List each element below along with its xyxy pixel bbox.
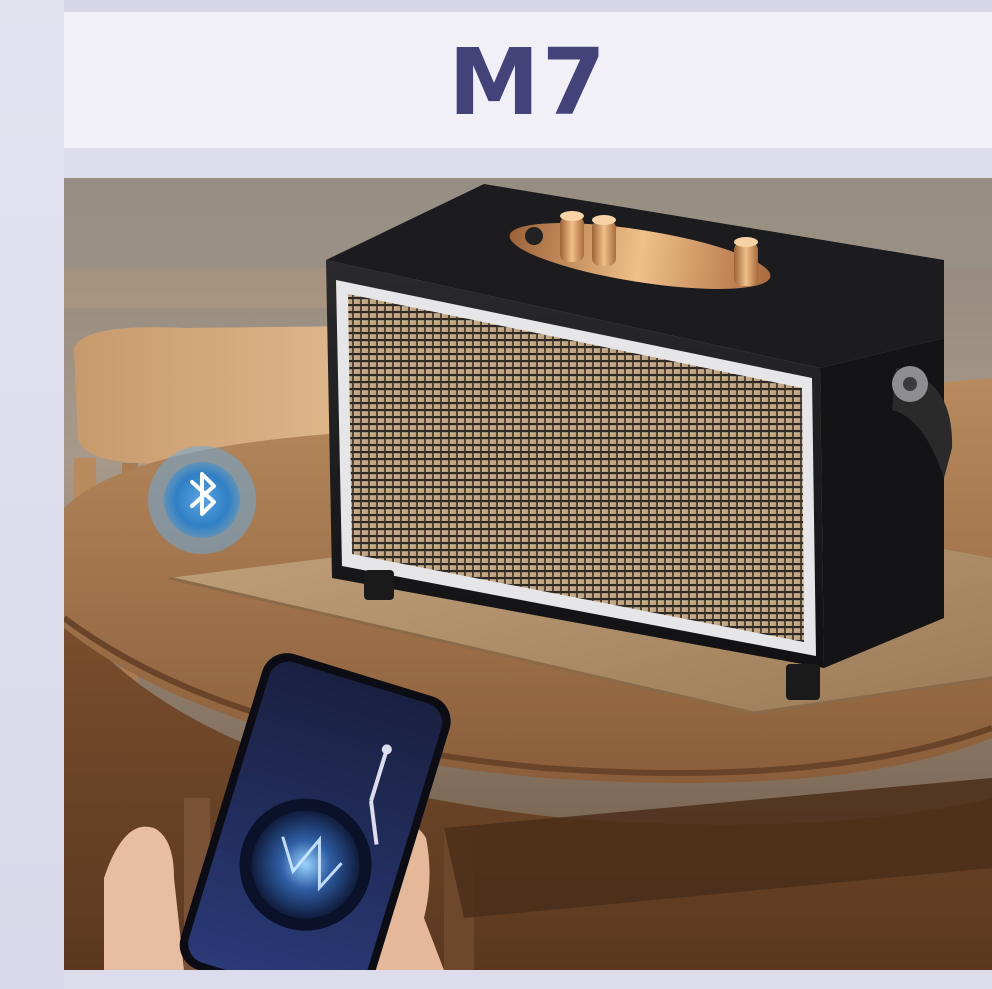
product-photo	[64, 178, 992, 970]
divider-band	[64, 148, 992, 178]
treble-knob	[592, 215, 616, 266]
volume-knob	[560, 211, 584, 262]
bottom-band	[64, 970, 992, 989]
top-band	[64, 0, 992, 12]
bass-knob	[734, 237, 758, 286]
product-title: M7	[448, 28, 608, 136]
bluetooth-icon	[148, 446, 256, 554]
left-margin-strip	[0, 0, 64, 989]
title-banner: M7	[64, 12, 992, 148]
